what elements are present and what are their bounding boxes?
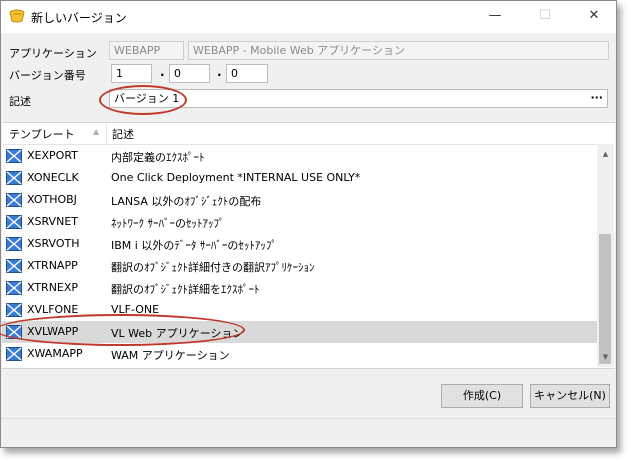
row-template-description: 翻訳のｵﾌﾞｼﾞｪｸﾄ詳細をｴｸｽﾎﾟｰﾄ (111, 283, 260, 296)
row-template-name: XOTHOBJ (27, 193, 77, 206)
table-row[interactable]: XSRVNET ﾈｯﾄﾜｰｸ ｻｰﾊﾞｰのｾｯﾄｱｯﾌﾟ (2, 211, 597, 233)
window-title: 新しいバージョン (31, 11, 127, 25)
table-row[interactable]: XTRNEXP 翻訳のｵﾌﾞｼﾞｪｸﾄ詳細をｴｸｽﾎﾟｰﾄ (2, 277, 597, 299)
row-template-name: XWAMAPP (27, 347, 83, 360)
row-template-name: XSRVOTH (27, 237, 80, 250)
version-number-label: バージョン番号 (9, 69, 86, 82)
table-row[interactable]: XONECLK One Click Deployment *INTERNAL U… (2, 167, 597, 189)
row-template-description: WAM アプリケーション (111, 349, 230, 362)
dialog-footer-strip (1, 418, 616, 447)
row-template-description: 翻訳のｵﾌﾞｼﾞｪｸﾄ詳細付きの翻訳ｱﾌﾟﾘｹｰｼｮﾝ (111, 261, 315, 274)
column-header-description[interactable]: 記述 (112, 126, 134, 142)
table-row[interactable]: XEXPORT 内部定義のｴｸｽﾎﾟｰﾄ (2, 145, 597, 167)
close-button[interactable]: ✕ (571, 1, 617, 31)
row-template-description: IBM i 以外のﾃﾞｰﾀ ｻｰﾊﾞｰのｾｯﾄｱｯﾌﾟ (111, 239, 277, 252)
sort-indicator-icon: ▲ (93, 127, 100, 136)
app-icon (9, 9, 25, 23)
application-name-field: WEBAPP - Mobile Web アプリケーション (188, 41, 609, 60)
maximize-button[interactable]: ☐ (522, 1, 568, 31)
version-minor-input[interactable]: 0 (169, 64, 210, 83)
table-row[interactable]: XSRVOTH IBM i 以外のﾃﾞｰﾀ ｻｰﾊﾞｰのｾｯﾄｱｯﾌﾟ (2, 233, 597, 255)
scroll-down-icon[interactable]: ▼ (597, 349, 614, 366)
create-button[interactable]: 作成(C) (441, 384, 523, 408)
column-separator[interactable] (106, 123, 107, 144)
title-bar: 新しいバージョン — ☐ ✕ (1, 1, 616, 33)
application-label: アプリケーション (9, 47, 97, 60)
template-icon (6, 281, 22, 295)
scroll-up-icon[interactable]: ▲ (597, 146, 614, 163)
table-row[interactable]: XWAMAPP WAM アプリケーション (2, 343, 597, 365)
template-icon (6, 237, 22, 251)
column-header-template[interactable]: テンプレート (9, 126, 75, 142)
table-row[interactable]: XOTHOBJ LANSA 以外のｵﾌﾞｼﾞｪｸﾄの配布 (2, 189, 597, 211)
highlight-circle-description (99, 85, 187, 115)
application-code-field: WEBAPP (109, 41, 184, 60)
table-row[interactable]: XTRNAPP 翻訳のｵﾌﾞｼﾞｪｸﾄ詳細付きの翻訳ｱﾌﾟﾘｹｰｼｮﾝ (2, 255, 597, 277)
row-template-name: XSRVNET (27, 215, 78, 228)
template-icon (6, 193, 22, 207)
description-label: 記述 (9, 95, 31, 108)
template-icon (6, 215, 22, 229)
row-template-name: XONECLK (27, 171, 79, 184)
row-template-description: LANSA 以外のｵﾌﾞｼﾞｪｸﾄの配布 (111, 195, 262, 208)
version-separator-1: . (160, 65, 165, 79)
scroll-thumb[interactable] (599, 234, 611, 364)
row-template-name: XTRNAPP (27, 259, 78, 272)
row-template-name: XEXPORT (27, 149, 78, 162)
template-icon (6, 149, 22, 163)
grid-vertical-scrollbar[interactable]: ▲ ▼ (597, 144, 614, 367)
version-separator-2: . (217, 65, 222, 79)
new-version-dialog: 新しいバージョン — ☐ ✕ アプリケーション WEBAPP WEBAPP - … (0, 0, 617, 448)
grid-header: テンプレート ▲ 記述 (2, 123, 597, 145)
description-more-button[interactable]: ··· (590, 91, 603, 105)
highlight-circle-selected-row (0, 314, 245, 346)
template-icon (6, 171, 22, 185)
row-template-description: One Click Deployment *INTERNAL USE ONLY* (111, 171, 361, 184)
template-icon (6, 347, 22, 361)
minimize-button[interactable]: — (472, 1, 518, 31)
row-template-name: XTRNEXP (27, 281, 79, 294)
version-patch-input[interactable]: 0 (226, 64, 268, 83)
row-template-description: ﾈｯﾄﾜｰｸ ｻｰﾊﾞｰのｾｯﾄｱｯﾌﾟ (111, 217, 225, 230)
template-icon (6, 303, 22, 317)
cancel-button[interactable]: キャンセル(N) (530, 384, 610, 408)
row-template-name: XVLFONE (27, 303, 79, 316)
version-major-input[interactable]: 1 (111, 64, 152, 83)
row-template-description: 内部定義のｴｸｽﾎﾟｰﾄ (111, 151, 205, 164)
template-icon (6, 259, 22, 273)
